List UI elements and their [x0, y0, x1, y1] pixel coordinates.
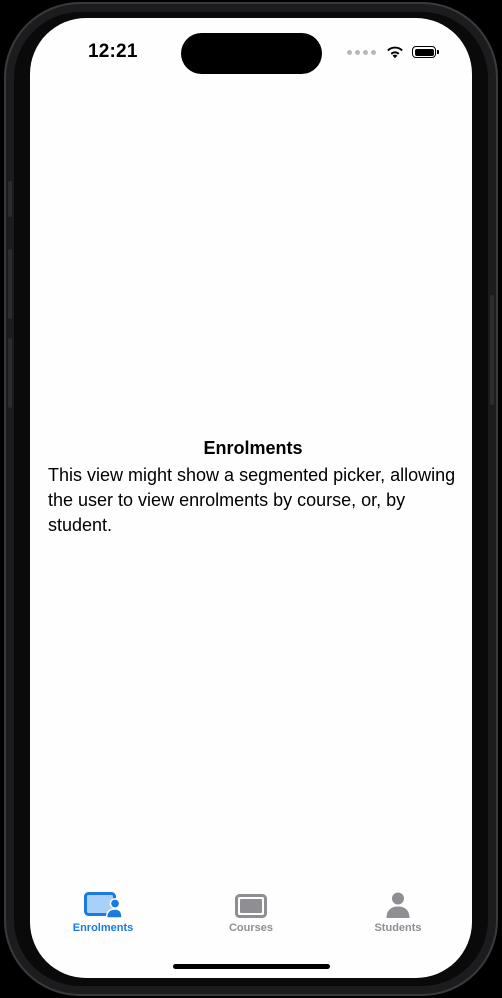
device: 12:21 Enrolments This view might show a … [0, 0, 502, 998]
tab-enrolments-label: Enrolments [72, 922, 134, 934]
action-button [8, 181, 12, 217]
status-indicators [347, 44, 439, 60]
page-title: Enrolments [203, 438, 303, 458]
power-button [490, 295, 494, 405]
tab-students[interactable]: Students [338, 886, 458, 942]
volume-down-button [8, 338, 12, 408]
tab-students-label: Students [374, 922, 422, 934]
dynamic-island [181, 33, 322, 74]
volume-up-button [8, 249, 12, 319]
status-time: 12:21 [88, 41, 138, 62]
tab-enrolments[interactable]: Enrolments [43, 886, 163, 942]
home-indicator[interactable] [173, 964, 330, 969]
battery-icon [412, 46, 439, 58]
tab-courses[interactable]: Courses [191, 886, 311, 942]
main-content: Enrolments This view might show a segmen… [48, 438, 458, 538]
enrolments-icon [84, 892, 122, 918]
cellular-signal-icon [347, 49, 376, 55]
courses-icon [235, 894, 267, 918]
tab-courses-label: Courses [228, 922, 274, 934]
screen: 12:21 Enrolments This view might show a … [30, 18, 472, 978]
description-text: This view might show a segmented picker,… [48, 465, 456, 535]
person-icon [386, 892, 410, 918]
tab-bar: Enrolments Courses Students [30, 886, 472, 946]
wifi-icon [387, 46, 403, 59]
